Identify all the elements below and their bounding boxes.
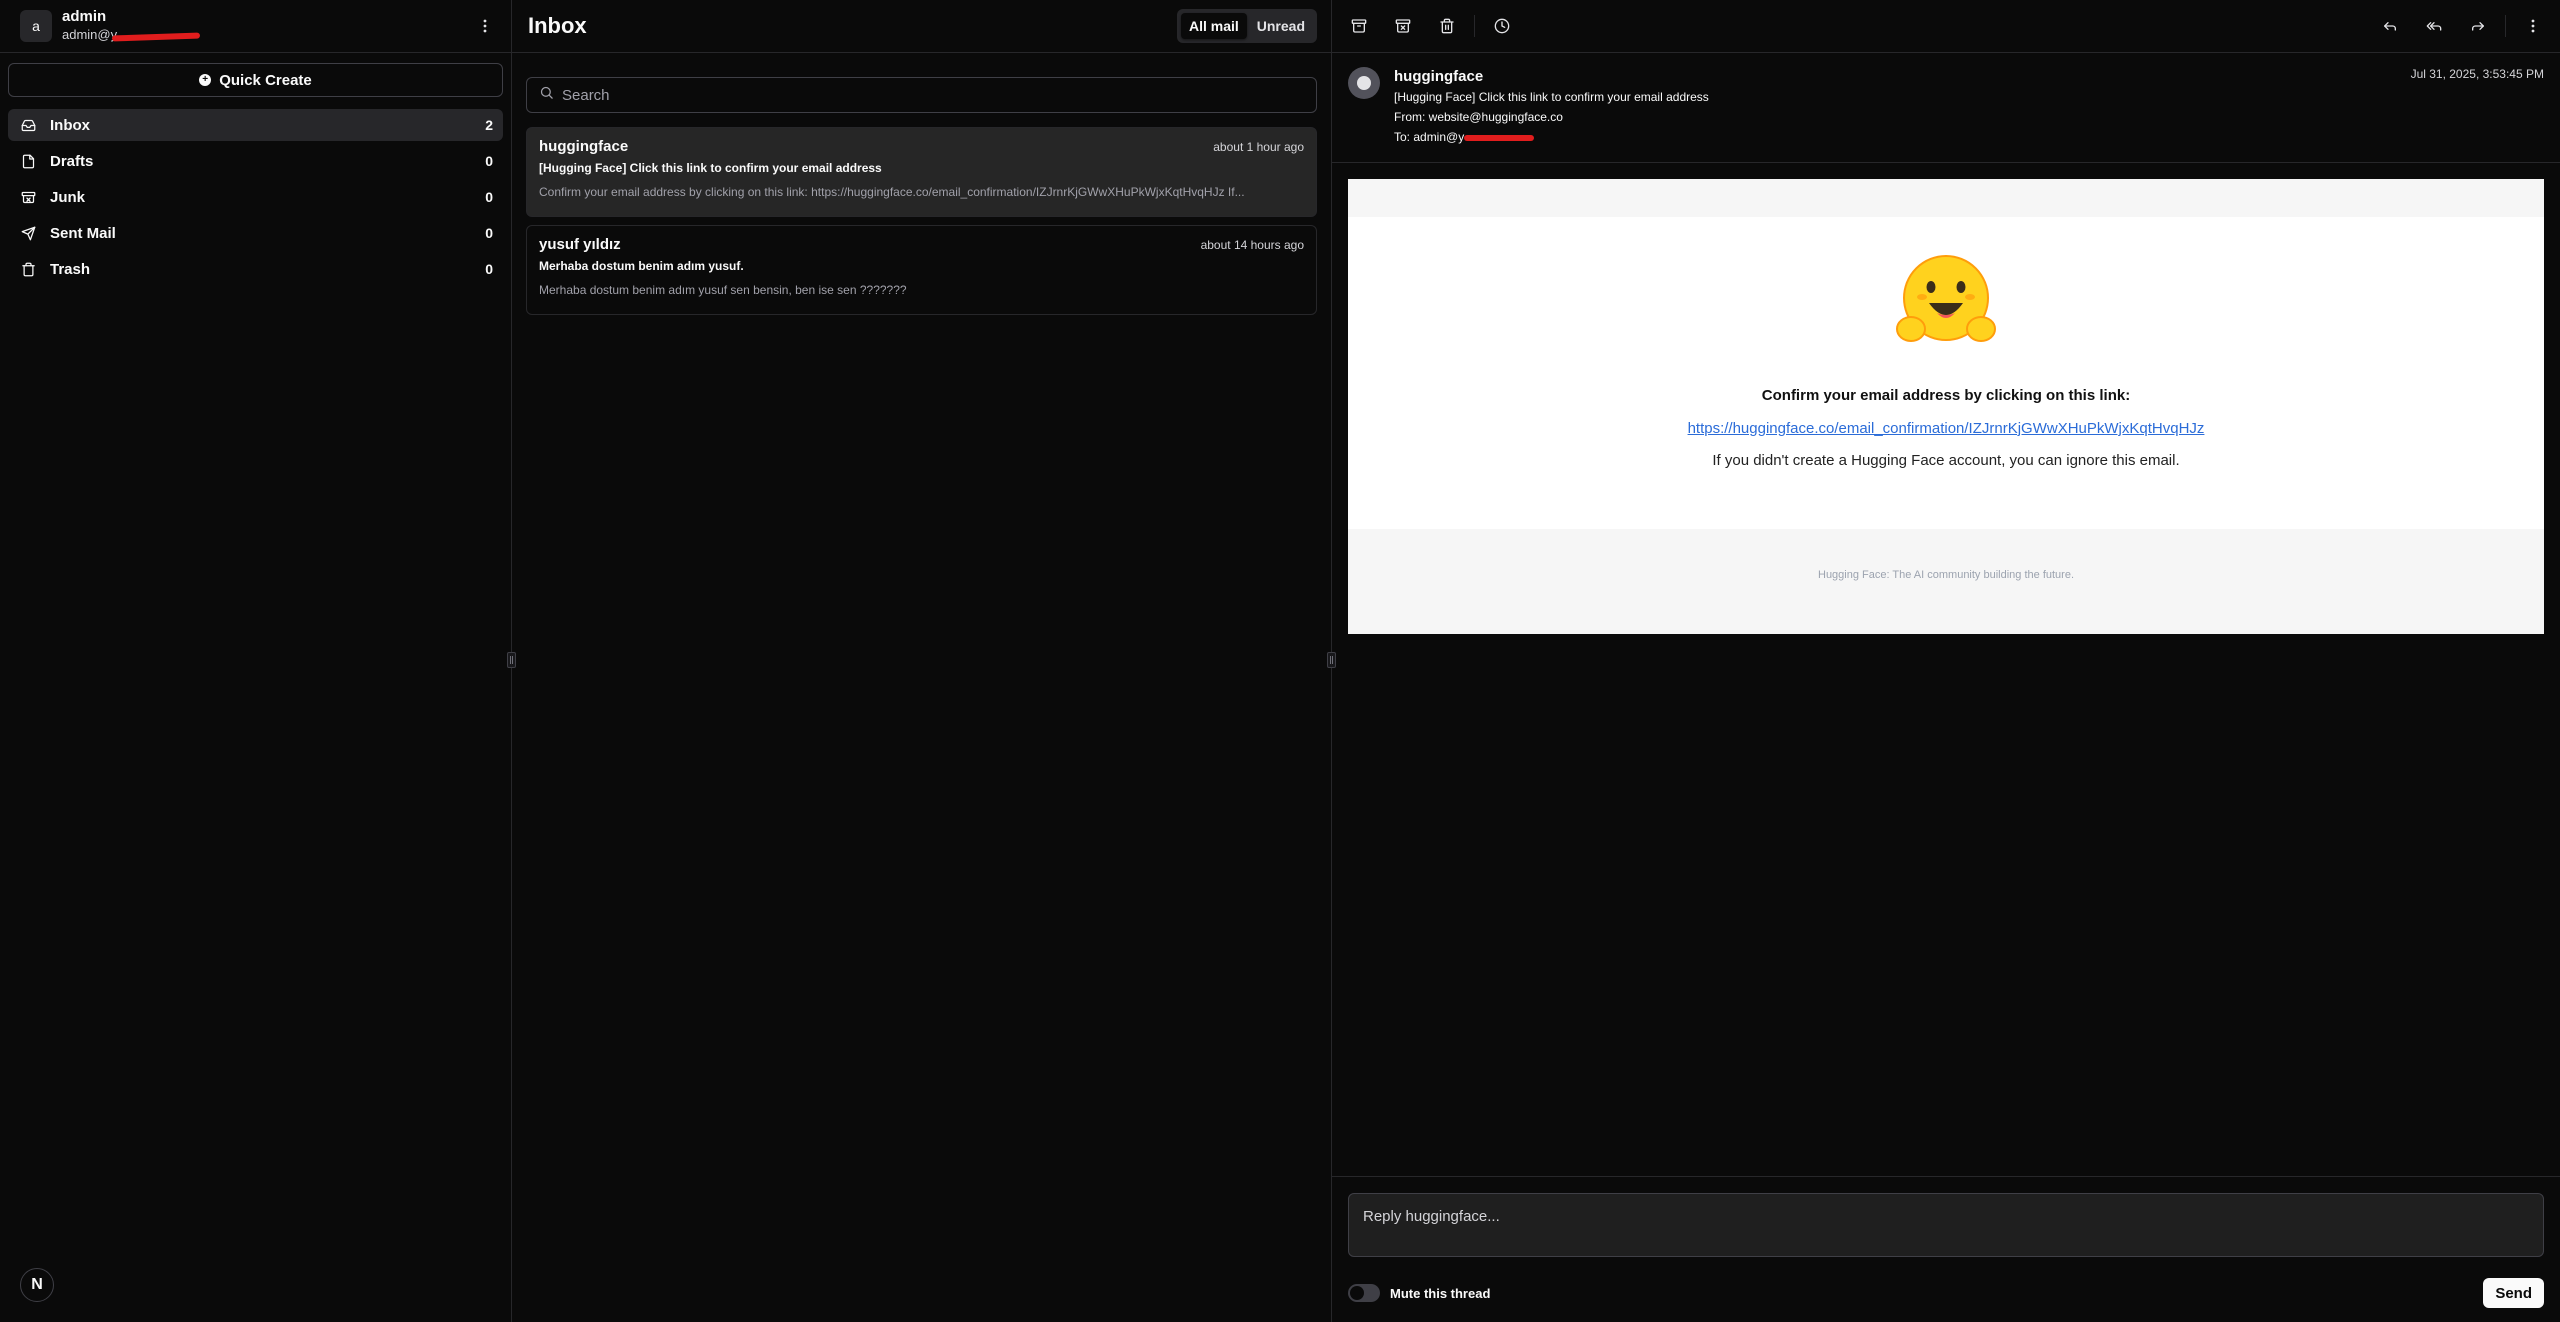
message-to-wrap: To: admin@y: [1394, 127, 1534, 147]
list-item[interactable]: huggingface about 1 hour ago [Hugging Fa…: [526, 127, 1317, 217]
mute-toggle[interactable]: [1348, 1284, 1380, 1302]
search-box: [526, 77, 1317, 113]
mail-list: huggingface about 1 hour ago [Hugging Fa…: [512, 127, 1331, 315]
mail-preview: Merhaba dostum benim adım yusuf sen bens…: [539, 283, 907, 297]
mail-list-pane: Inbox All mail Unread huggingface about …: [512, 0, 1336, 1322]
search-input[interactable]: [562, 86, 1304, 104]
account-name: admin: [62, 8, 107, 25]
mail-subject: Merhaba dostum benim adım yusuf.: [539, 259, 744, 273]
message-header: huggingface [Hugging Face] Click this li…: [1332, 53, 2560, 163]
sidebar-item-trash[interactable]: Trash 0: [8, 253, 503, 285]
message-to-address: To: admin@y: [1394, 130, 1465, 144]
file-icon: [20, 153, 36, 169]
send-button[interactable]: Send: [2483, 1278, 2544, 1308]
quick-create-label: Quick Create: [219, 71, 312, 89]
archive-icon[interactable]: [1342, 9, 1376, 43]
mail-sender: yusuf yıldız: [539, 236, 621, 253]
tab-all-mail[interactable]: All mail: [1180, 13, 1247, 39]
app-logo[interactable]: N: [20, 1268, 54, 1302]
clock-icon[interactable]: [1485, 9, 1519, 43]
hugging-face-emoji-icon: [1891, 253, 2001, 353]
more-vertical-icon[interactable]: [2516, 9, 2550, 43]
account-switcher[interactable]: a admin admin@y: [0, 0, 511, 52]
send-icon: [20, 225, 36, 241]
mail-time: about 14 hours ago: [1200, 237, 1304, 252]
sidebar-item-label: Junk: [50, 188, 86, 206]
divider: [2505, 15, 2506, 37]
mailbox-nav: Inbox 2 Drafts 0 Junk 0 Sent Mail 0 Tras…: [0, 105, 511, 289]
reply-all-icon[interactable]: [2417, 9, 2451, 43]
mail-detail-pane: huggingface [Hugging Face] Click this li…: [1332, 0, 2560, 1322]
search-icon: [539, 85, 554, 105]
sidebar-item-count: 2: [485, 117, 493, 133]
email-card: Confirm your email address by clicking o…: [1348, 217, 2544, 529]
archive-x-icon[interactable]: [1386, 9, 1420, 43]
message-date: Jul 31, 2025, 3:53:45 PM: [2410, 67, 2544, 81]
avatar: [1348, 67, 1380, 99]
sidebar-item-count: 0: [485, 153, 493, 169]
quick-create-button[interactable]: + Quick Create: [8, 63, 503, 97]
plus-circle-icon: +: [199, 74, 212, 86]
message-from-address: From: website@huggingface.co: [1394, 110, 1563, 124]
sidebar-item-count: 0: [485, 189, 493, 205]
sidebar-item-count: 0: [485, 225, 493, 241]
sidebar-item-drafts[interactable]: Drafts 0: [8, 145, 503, 177]
mail-sender: huggingface: [539, 138, 629, 155]
sidebar-item-label: Inbox: [50, 116, 90, 134]
sidebar-item-count: 0: [485, 261, 493, 277]
forward-icon[interactable]: [2461, 9, 2495, 43]
message-subject: [Hugging Face] Click this link to confir…: [1394, 90, 1709, 104]
sidebar-item-inbox[interactable]: Inbox 2: [8, 109, 503, 141]
message-meta: huggingface [Hugging Face] Click this li…: [1394, 67, 2411, 150]
list-header: Inbox All mail Unread: [512, 0, 1331, 52]
more-vertical-icon[interactable]: [471, 12, 499, 40]
archive-x-icon: [20, 189, 36, 205]
sidebar: a admin admin@y + Quick Create Inbox 2 D…: [0, 0, 516, 1322]
list-item-header: yusuf yıldız about 14 hours ago: [539, 236, 1304, 253]
divider: [0, 52, 511, 53]
sidebar-item-junk[interactable]: Junk 0: [8, 181, 503, 213]
sidebar-item-label: Sent Mail: [50, 224, 116, 242]
search-wrap: [512, 53, 1331, 127]
list-item-header: huggingface about 1 hour ago: [539, 138, 1304, 155]
mail-app: a admin admin@y + Quick Create Inbox 2 D…: [0, 0, 2560, 1322]
email-note: If you didn't create a Hugging Face acco…: [1712, 452, 2180, 469]
mail-subject: [Hugging Face] Click this link to confir…: [539, 161, 882, 175]
inbox-icon: [20, 117, 36, 133]
resize-handle[interactable]: [507, 652, 516, 668]
reply-input[interactable]: [1348, 1193, 2544, 1257]
trash-icon[interactable]: [1430, 9, 1464, 43]
sidebar-item-label: Drafts: [50, 152, 94, 170]
email-footer: Hugging Face: The AI community building …: [1818, 569, 2074, 581]
account-email: admin@y: [62, 27, 118, 42]
email-heading: Confirm your email address by clicking o…: [1761, 387, 2131, 404]
reply-area: Mute this thread Send: [1332, 1176, 2560, 1322]
account-info: admin admin@y: [62, 8, 471, 44]
resize-handle[interactable]: [1327, 652, 1336, 668]
sidebar-item-label: Trash: [50, 260, 91, 278]
trash-icon: [20, 261, 36, 277]
email-content: Confirm your email address by clicking o…: [1348, 179, 2544, 634]
message-toolbar: [1332, 0, 2560, 52]
confirmation-link[interactable]: https://huggingface.co/email_confirmatio…: [1688, 420, 2205, 437]
tab-unread[interactable]: Unread: [1249, 13, 1313, 39]
mute-thread: Mute this thread: [1348, 1284, 1490, 1302]
account-avatar: a: [20, 10, 52, 42]
mail-time: about 1 hour ago: [1213, 139, 1304, 154]
sidebar-item-sent[interactable]: Sent Mail 0: [8, 217, 503, 249]
redaction-mark: [1464, 135, 1534, 141]
page-title: Inbox: [528, 13, 587, 38]
reply-actions: Mute this thread Send: [1348, 1278, 2544, 1308]
reply-icon[interactable]: [2373, 9, 2407, 43]
filter-tabs: All mail Unread: [1176, 9, 1317, 43]
mute-label: Mute this thread: [1390, 1285, 1491, 1301]
mail-preview: Confirm your email address by clicking o…: [539, 185, 1245, 199]
message-sender: huggingface: [1394, 68, 1484, 85]
list-item[interactable]: yusuf yıldız about 14 hours ago Merhaba …: [526, 225, 1317, 315]
account-email-wrap: admin@y: [62, 27, 201, 43]
redaction-mark: [111, 32, 201, 42]
divider: [1474, 15, 1475, 37]
